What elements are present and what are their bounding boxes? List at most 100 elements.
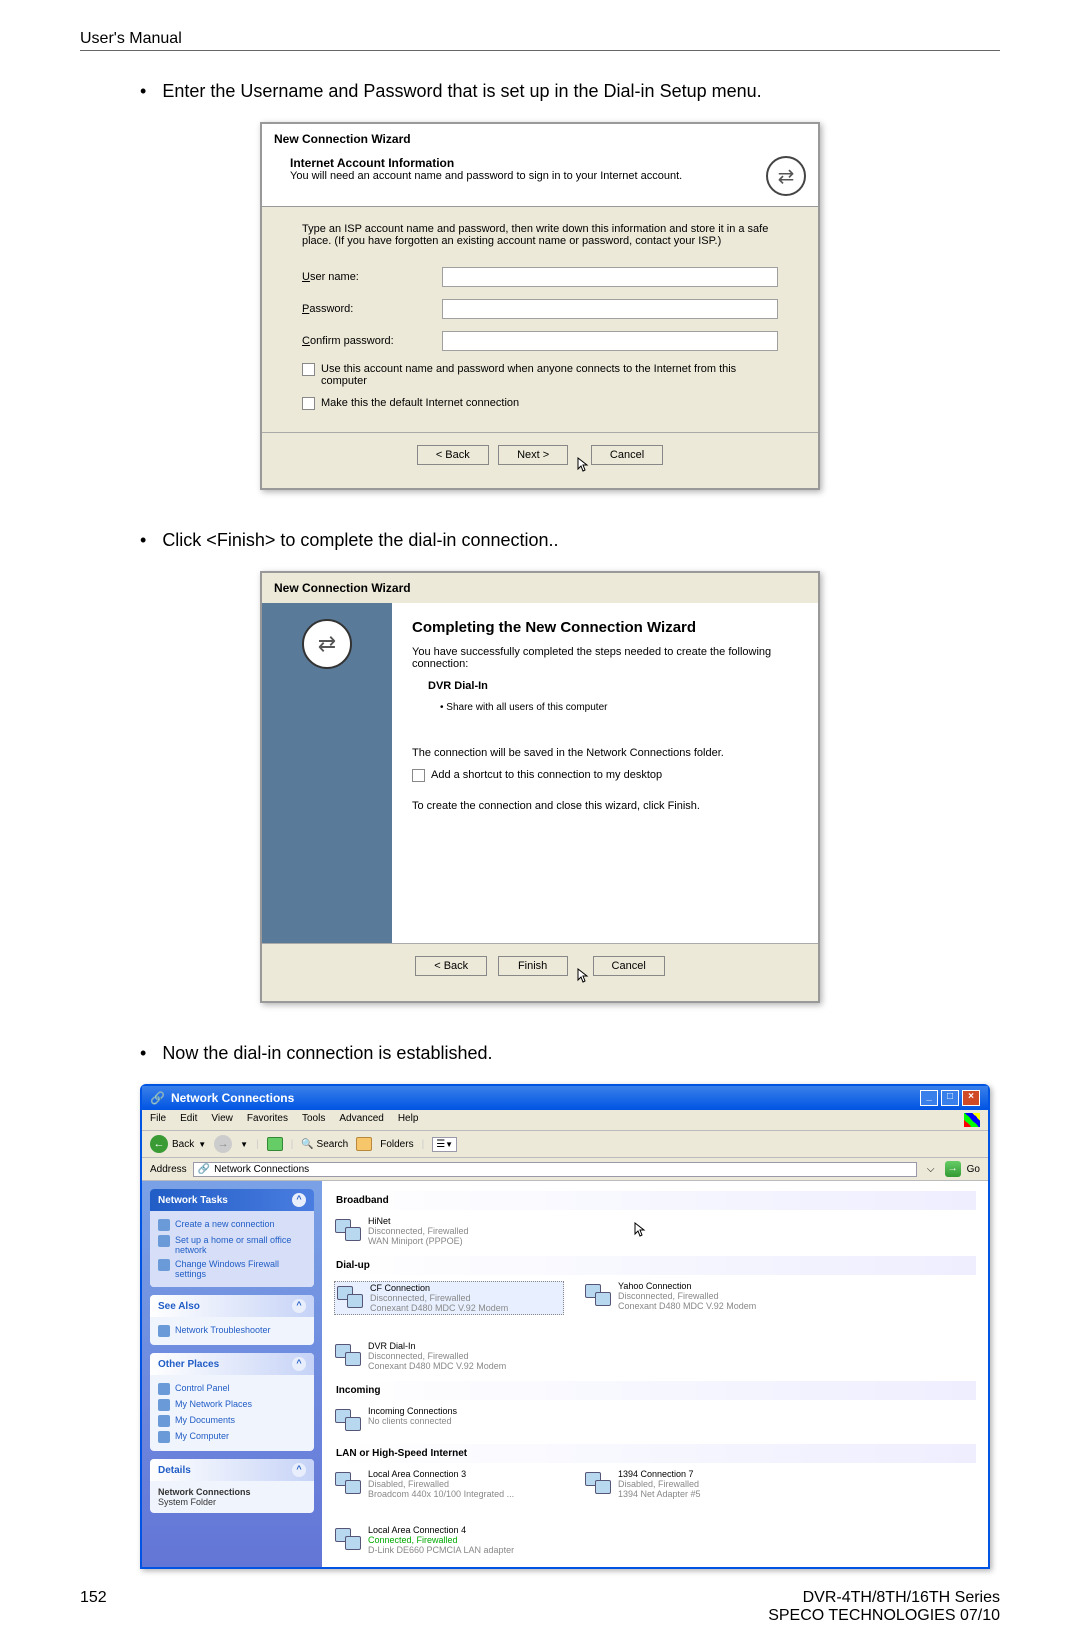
connection-icon (584, 1281, 612, 1309)
nc-title: Network Connections (171, 1091, 294, 1105)
folders-icon (356, 1137, 372, 1151)
conn-1394[interactable]: 1394 Connection 7 Disabled, Firewalled 1… (584, 1469, 814, 1499)
go-label: Go (967, 1164, 980, 1175)
network-connections-window: 🔗 Network Connections _ □ × File Edit Vi… (140, 1084, 990, 1569)
place-icon (158, 1383, 170, 1395)
search-button[interactable]: 🔍 Search (301, 1139, 348, 1150)
conn-cf[interactable]: CF Connection Disconnected, Firewalled C… (334, 1281, 564, 1315)
collapse-icon[interactable]: ^ (292, 1299, 306, 1313)
connection-icon (334, 1341, 362, 1369)
collapse-icon[interactable]: ^ (292, 1463, 306, 1477)
details-title: Details (158, 1465, 191, 1476)
conn-lan3[interactable]: Local Area Connection 3 Disabled, Firewa… (334, 1469, 564, 1499)
minimize-button[interactable]: _ (920, 1090, 938, 1106)
conn-status: Disabled, Firewalled (368, 1479, 514, 1489)
password-input[interactable] (442, 299, 778, 319)
menu-file[interactable]: File (150, 1113, 166, 1127)
windows-flag-icon (964, 1113, 980, 1127)
wizard1-title: New Connection Wizard (262, 124, 818, 148)
conn-hinet[interactable]: HiNet Disconnected, Firewalled WAN Minip… (334, 1216, 564, 1246)
conn-name: Local Area Connection 3 (368, 1469, 514, 1479)
username-input[interactable] (442, 267, 778, 287)
folders-button[interactable]: Folders (380, 1139, 413, 1150)
wizard2-title: New Connection Wizard (262, 573, 818, 603)
section-lan: LAN or High-Speed Internet (334, 1444, 976, 1463)
conn-lan4[interactable]: Local Area Connection 4 Connected, Firew… (334, 1525, 564, 1555)
menu-favorites[interactable]: Favorites (247, 1113, 288, 1127)
forward-dropdown[interactable]: ▼ (240, 1140, 248, 1149)
back-button[interactable]: ← Back ▼ (150, 1135, 206, 1153)
conn-status: Disconnected, Firewalled (368, 1226, 469, 1236)
menu-advanced[interactable]: Advanced (339, 1113, 383, 1127)
conn-dvr[interactable]: DVR Dial-In Disconnected, Firewalled Con… (334, 1341, 564, 1371)
task-create-connection[interactable]: Create a new connection (175, 1219, 275, 1229)
bullet-dot: • (140, 1043, 146, 1064)
section-incoming: Incoming (334, 1381, 976, 1400)
menu-view[interactable]: View (211, 1113, 233, 1127)
menu-help[interactable]: Help (398, 1113, 419, 1127)
default-conn-checkbox[interactable] (302, 397, 315, 410)
back-button[interactable]: < Back (417, 445, 489, 465)
forward-button[interactable]: → (214, 1135, 232, 1153)
incoming-icon (334, 1406, 362, 1434)
collapse-icon[interactable]: ^ (292, 1357, 306, 1371)
conn-device: WAN Miniport (PPPOE) (368, 1236, 469, 1246)
next-button[interactable]: Next > (498, 445, 568, 465)
go-button[interactable]: → (945, 1161, 961, 1177)
views-button[interactable]: ☰▼ (432, 1137, 457, 1152)
place-icon (158, 1399, 170, 1411)
conn-device: Conexant D480 MDC V.92 Modem (368, 1361, 506, 1371)
menu-tools[interactable]: Tools (302, 1113, 325, 1127)
confirm-label: Confirm password: (302, 335, 442, 347)
connection-icon (336, 1283, 364, 1311)
other-network-places[interactable]: My Network Places (175, 1399, 252, 1409)
bullet-dot: • (140, 81, 146, 102)
shortcut-label: Add a shortcut to this connection to my … (431, 769, 662, 782)
confirm-input[interactable] (442, 331, 778, 351)
finish-button[interactable]: Finish (498, 956, 568, 976)
conn-yahoo[interactable]: Yahoo Connection Disconnected, Firewalle… (584, 1281, 814, 1315)
restore-button[interactable]: □ (941, 1090, 959, 1106)
menu-edit[interactable]: Edit (180, 1113, 197, 1127)
place-icon (158, 1415, 170, 1427)
task-icon (158, 1259, 170, 1271)
conn-status: Disconnected, Firewalled (368, 1351, 506, 1361)
bullet-text-3: Now the dial-in connection is establishe… (162, 1043, 492, 1064)
back-button[interactable]: < Back (415, 956, 487, 976)
network-icon: 🔗 (198, 1164, 210, 1175)
conn-incoming[interactable]: Incoming Connections No clients connecte… (334, 1406, 564, 1434)
close-button[interactable]: × (962, 1090, 980, 1106)
other-control-panel[interactable]: Control Panel (175, 1383, 230, 1393)
footer-company: SPECO TECHNOLOGIES 07/10 (768, 1607, 1000, 1625)
wizard-icon: ⇄ (766, 156, 806, 196)
task-setup-network[interactable]: Set up a home or small office network (175, 1235, 306, 1255)
conn-device: Conexant D480 MDC V.92 Modem (618, 1301, 756, 1311)
use-account-label: Use this account name and password when … (321, 363, 778, 387)
footer-series: DVR-4TH/8TH/16TH Series (768, 1589, 1000, 1607)
wizard2-line3: To create the connection and close this … (412, 800, 798, 812)
wizard-completing: New Connection Wizard ⇄ Completing the N… (260, 571, 820, 1003)
username-label: UUser name:ser name: (302, 271, 442, 283)
wizard1-heading: Internet Account Information (290, 156, 682, 170)
other-my-computer[interactable]: My Computer (175, 1431, 229, 1441)
conn-device: Conexant D480 MDC V.92 Modem (370, 1303, 508, 1313)
address-input[interactable]: 🔗 Network Connections (193, 1162, 917, 1177)
other-my-documents[interactable]: My Documents (175, 1415, 235, 1425)
cancel-button[interactable]: Cancel (591, 445, 663, 465)
conn-name: Incoming Connections (368, 1406, 457, 1416)
page-number: 152 (80, 1589, 107, 1625)
seealso-troubleshooter[interactable]: Network Troubleshooter (175, 1325, 271, 1335)
back-icon: ← (150, 1135, 168, 1153)
password-label: Password: (302, 303, 442, 315)
up-folder-icon[interactable] (267, 1137, 283, 1151)
seealso-title: See Also (158, 1301, 200, 1312)
conn-status: No clients connected (368, 1416, 457, 1426)
conn-device: 1394 Net Adapter #5 (618, 1489, 701, 1499)
shortcut-checkbox[interactable] (412, 769, 425, 782)
use-account-checkbox[interactable] (302, 363, 315, 376)
collapse-icon[interactable]: ^ (292, 1193, 306, 1207)
address-dropdown[interactable]: ⌵ (923, 1164, 939, 1175)
section-dialup: Dial-up (334, 1256, 976, 1275)
cancel-button[interactable]: Cancel (593, 956, 665, 976)
task-firewall[interactable]: Change Windows Firewall settings (175, 1259, 306, 1279)
